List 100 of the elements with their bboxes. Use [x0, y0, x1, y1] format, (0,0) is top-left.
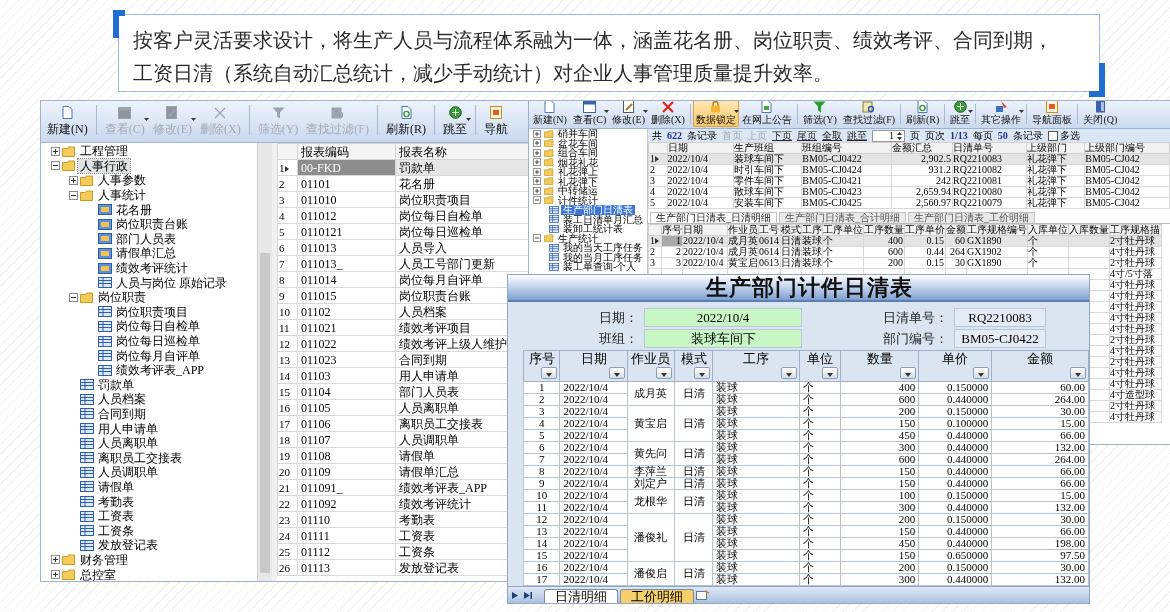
toolbar-button[interactable]: 修改(E)	[609, 101, 648, 127]
tab[interactable]: 生产部门日清表_工价明细	[908, 212, 1035, 223]
tree-item[interactable]: 绩效考评表_APP	[114, 363, 206, 378]
expand-icon[interactable]	[69, 176, 78, 185]
toolbar-button[interactable]: 删除(X)	[648, 101, 688, 127]
tree-item[interactable]: 人事参数	[96, 173, 148, 188]
filter-button[interactable]	[1070, 367, 1086, 379]
tree-item[interactable]: 绩效考评统计	[114, 261, 190, 276]
toolbar-button[interactable]: 筛选(Y)	[799, 101, 840, 127]
scroll-thumb[interactable]	[260, 253, 270, 573]
tree-item[interactable]: 我的当天工序任务	[561, 243, 645, 253]
filter-button[interactable]	[609, 367, 626, 379]
tree-item[interactable]: 装工日清单月汇总	[561, 214, 645, 224]
tree-item[interactable]: 岗位每月自评单	[114, 348, 202, 363]
tree-item[interactable]: 工程管理	[78, 144, 130, 159]
filter-button[interactable]	[900, 367, 917, 379]
tree-item[interactable]: 人事行政	[78, 158, 130, 173]
tree-item[interactable]: 用人申请单	[96, 421, 160, 436]
collapse-icon[interactable]	[69, 190, 78, 200]
table-row[interactable]: 5 0110121 岗位每日巡检单	[277, 223, 529, 240]
tree-item[interactable]: 生产部门日清表	[561, 205, 635, 215]
toolbar-button[interactable]: 关闭(Q)	[1080, 101, 1121, 127]
tree-item[interactable]: 工资条	[96, 523, 136, 538]
tree-item[interactable]: 人员调职单	[96, 465, 160, 480]
table-row[interactable]: 1 00-FKD 罚款单	[277, 159, 529, 176]
tree-item[interactable]: 礼花弹上	[556, 167, 600, 177]
checkbox[interactable]	[1047, 130, 1058, 141]
tree-item[interactable]: 花名册	[114, 202, 154, 217]
tree-item[interactable]: 装工单查询-个人	[561, 262, 639, 272]
tree-item[interactable]: 工资表	[96, 509, 136, 524]
tree-item[interactable]: 装卸工统计表	[561, 224, 625, 234]
tree-item[interactable]: 岗位职责	[96, 290, 148, 305]
pager-link[interactable]: 尾页	[797, 130, 817, 141]
spinner-icon[interactable]	[897, 131, 902, 140]
toolbar-button[interactable]: 刷新(R)	[382, 103, 430, 139]
new-sheet-icon[interactable]	[696, 590, 710, 601]
tree-item[interactable]: 人事统计	[96, 188, 148, 203]
tree-item[interactable]: 请假单汇总	[114, 246, 178, 261]
tree-item[interactable]: 岗位每日巡检单	[114, 334, 202, 348]
tree-item[interactable]: 岗位每日自检单	[114, 319, 202, 334]
next-sheet-icon[interactable]	[512, 592, 518, 599]
toolbar-button[interactable]: 导航	[480, 103, 512, 139]
tree-item[interactable]: 岗位职责台账	[114, 217, 190, 232]
tree-item[interactable]: 发放登记表	[96, 538, 160, 553]
tree-item[interactable]: 人员与岗位 原始记录	[114, 275, 229, 290]
toolbar-button[interactable]: 在网上公告	[738, 101, 795, 127]
tree-item[interactable]: 请假单	[96, 479, 136, 494]
sheet-tab[interactable]: 工价明细	[620, 589, 694, 603]
table-row[interactable]: 3 011010 岗位职责项目	[277, 191, 529, 208]
filter-button[interactable]	[780, 367, 797, 379]
tree-item[interactable]: 部门人员表	[114, 231, 178, 246]
tab[interactable]: 生产部门日清表_合计明细	[779, 212, 906, 223]
tree-item[interactable]: 人员档案	[96, 392, 148, 407]
tree-item[interactable]: 我的当月工序任务	[561, 252, 645, 262]
tree-item[interactable]: 离职员工交接表	[96, 450, 184, 465]
filter-button[interactable]	[694, 367, 711, 379]
table-row[interactable]: 2 2 2022/10/4 成月英0614 日清装球个 600 0.44 264 GX1902 个 4寸牡丹球	[648, 246, 1162, 258]
table-row[interactable]: 4 011012 岗位每日自检单	[277, 207, 529, 224]
expand-icon[interactable]	[51, 146, 60, 156]
tree-item[interactable]: 财务管理	[78, 552, 130, 567]
toolbar-button[interactable]: 跳至	[947, 101, 974, 127]
sheet-tab[interactable]: 日清明细	[544, 589, 618, 603]
filter-button[interactable]	[541, 367, 558, 379]
toolbar-button[interactable]: 新建(N)	[530, 101, 570, 127]
tree-item[interactable]: 烟花礼花	[556, 157, 600, 167]
expand-icon[interactable]	[51, 570, 60, 579]
tree-item[interactable]: 生产统计	[556, 233, 600, 243]
table-row[interactable]: 1 1 2022/10/4 成月英0614 日清装球个 400 0.15 60 GX1890 个 2寸牡丹球	[648, 235, 1162, 247]
toolbar-button[interactable]: 数据锁定	[692, 101, 739, 127]
table-row[interactable]: 2 01101 花名册	[277, 175, 529, 192]
pager-link[interactable]: 下页	[772, 130, 792, 141]
tree-item[interactable]: 计件统计	[556, 195, 600, 205]
pager-link[interactable]: 跳至	[847, 130, 867, 141]
tree-item[interactable]: 盆花车间	[556, 138, 600, 148]
tree-item[interactable]: 合同到期	[96, 407, 148, 421]
pager-link[interactable]: 全取	[822, 130, 842, 141]
tree-item[interactable]: 罚款单	[96, 377, 136, 392]
tree-item[interactable]: 组合车间	[556, 148, 600, 158]
toolbar-button[interactable]: 其它操作	[978, 101, 1025, 127]
table-row[interactable]: 6 011013 人员导入	[277, 239, 529, 256]
tree-item[interactable]: 人员离职单	[96, 436, 160, 451]
tab[interactable]: 生产部门日清表_日清明细	[650, 212, 777, 223]
toolbar-button[interactable]: 跳至	[439, 103, 471, 139]
table-row[interactable]: 7 011013_ 人员工号部门更新	[277, 255, 529, 272]
toolbar-button[interactable]: 导航面板	[1029, 101, 1076, 127]
tree-item[interactable]: 考勤表	[96, 494, 136, 509]
collapse-icon[interactable]	[51, 161, 60, 171]
tree-item[interactable]: 中转储运	[556, 186, 600, 196]
filter-button[interactable]	[973, 367, 990, 379]
collapse-icon[interactable]	[69, 292, 78, 302]
last-sheet-icon[interactable]	[524, 592, 532, 599]
tree-item[interactable]: 总控室	[78, 567, 118, 581]
expand-icon[interactable]	[51, 555, 60, 565]
tree-item[interactable]: 硝并车间	[556, 129, 600, 139]
toolbar-button[interactable]: 查看(C)	[569, 101, 610, 127]
tree-item[interactable]: 礼花弹下	[556, 176, 600, 186]
filter-button[interactable]	[655, 367, 672, 379]
page-input[interactable]: 1	[872, 129, 905, 142]
filter-button[interactable]	[822, 367, 839, 379]
tree-item[interactable]: 岗位职责项目	[114, 304, 190, 319]
